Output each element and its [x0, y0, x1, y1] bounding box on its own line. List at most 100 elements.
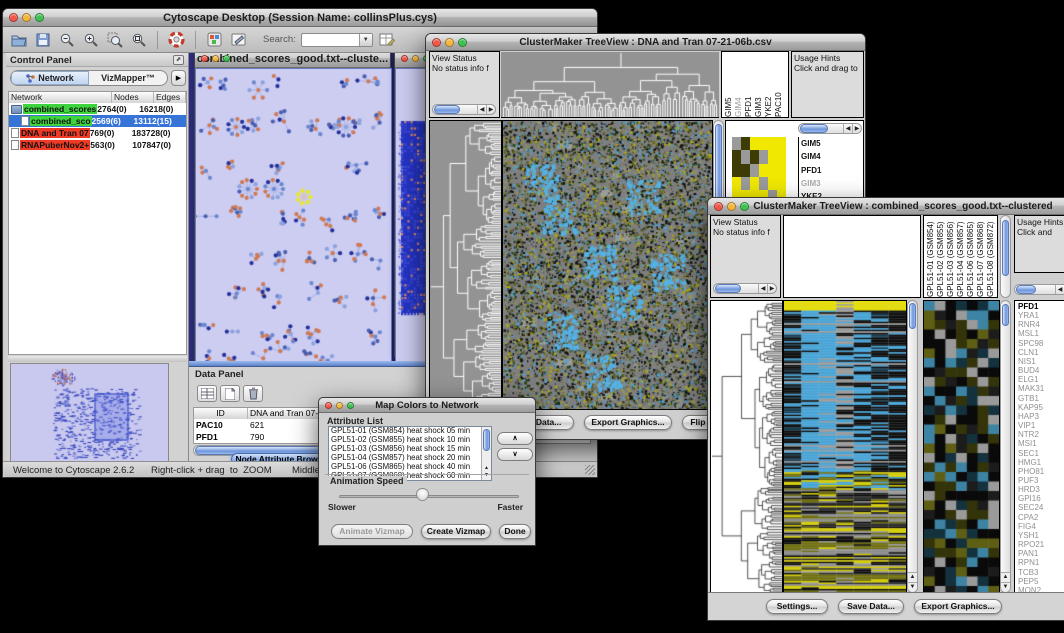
tab-network[interactable]: Network: [11, 71, 89, 85]
gene-label[interactable]: PAN1: [1018, 549, 1064, 558]
gene-label[interactable]: MAK31: [1018, 384, 1064, 393]
column-label[interactable]: GIM4: [734, 52, 743, 117]
minimize-button[interactable]: [336, 402, 343, 409]
scroll-thumb[interactable]: [1002, 220, 1009, 276]
matrix-cell[interactable]: [759, 137, 768, 150]
matrix-cell[interactable]: [768, 137, 777, 150]
matrix-cell[interactable]: [777, 164, 786, 177]
matrix-cell[interactable]: [777, 177, 786, 190]
gene-label[interactable]: RPN1: [1018, 558, 1064, 567]
column-label[interactable]: GPL51-01 (GSM854): [926, 216, 935, 297]
matrix-cell[interactable]: [732, 164, 741, 177]
scroll-up-icon[interactable]: ▲: [908, 572, 917, 582]
row-dendrogram[interactable]: [429, 120, 502, 410]
scroll-down-icon[interactable]: ▼: [1001, 582, 1010, 592]
minimize-button[interactable]: [412, 55, 419, 62]
scroll-left-icon[interactable]: ◀: [758, 284, 767, 293]
scroll-up-icon[interactable]: ▲: [482, 465, 491, 472]
gene-label[interactable]: ELG1: [1018, 375, 1064, 384]
gene-label[interactable]: FIG4: [1018, 522, 1064, 531]
settings-button[interactable]: Settings...: [766, 599, 828, 614]
column-dendrogram[interactable]: [501, 52, 719, 118]
zoom-button[interactable]: [223, 55, 230, 62]
matrix-cell[interactable]: [777, 150, 786, 163]
gene-label[interactable]: YRA1: [1018, 311, 1064, 320]
usage-hscrollbar[interactable]: ◀▶: [1014, 284, 1064, 295]
animation-speed-slider[interactable]: [339, 495, 519, 498]
float-panel-icon[interactable]: ⬈: [173, 55, 184, 65]
column-label[interactable]: GPL51-03 (GSM856): [946, 216, 955, 297]
network-graph-canvas[interactable]: [195, 68, 392, 366]
gene-label[interactable]: GIM5: [801, 137, 826, 150]
column-label[interactable]: PFD1: [744, 52, 753, 117]
gene-label[interactable]: SPC98: [1018, 339, 1064, 348]
network-table-row[interactable]: combined_sco 2569(6) 13112(15): [9, 115, 186, 127]
scroll-down-icon[interactable]: ▼: [908, 582, 917, 592]
zoom-in-icon[interactable]: [81, 30, 100, 49]
zoom-out-icon[interactable]: [57, 30, 76, 49]
search-dropdown-icon[interactable]: ▼: [359, 34, 372, 46]
gene-label[interactable]: SEC24: [1018, 503, 1064, 512]
done-button[interactable]: Done: [499, 524, 531, 539]
scroll-thumb[interactable]: [483, 429, 490, 451]
scroll-left-icon[interactable]: ◀: [477, 105, 486, 114]
create-vizmap-button[interactable]: Create Vizmap: [421, 524, 491, 539]
matrix-cell[interactable]: [732, 137, 741, 150]
network-view-titlebar[interactable]: combined_scores_good.txt--cluste...: [195, 53, 390, 68]
gene-label[interactable]: CLN1: [1018, 348, 1064, 357]
gene-label[interactable]: KAP95: [1018, 403, 1064, 412]
labels-vscrollbar[interactable]: [1000, 215, 1011, 298]
matrix-cell[interactable]: [768, 150, 777, 163]
move-up-button[interactable]: ∧: [497, 432, 533, 445]
gene-label[interactable]: PUF3: [1018, 476, 1064, 485]
gene-label[interactable]: RNR4: [1018, 320, 1064, 329]
matrix-cell[interactable]: [759, 164, 768, 177]
gene-label[interactable]: GTB1: [1018, 394, 1064, 403]
column-label[interactable]: GIM5: [724, 52, 733, 117]
close-button[interactable]: [325, 402, 332, 409]
gene-label[interactable]: HMG1: [1018, 458, 1064, 467]
save-data-button[interactable]: Save Data...: [838, 599, 904, 614]
scroll-thumb[interactable]: [1016, 285, 1036, 294]
vizmap-palette-icon[interactable]: [205, 30, 224, 49]
gene-label[interactable]: PFD1: [801, 164, 826, 177]
matrix-cell[interactable]: [759, 150, 768, 163]
minimize-button[interactable]: [445, 38, 454, 47]
column-label[interactable]: GPL51-06 (GSM865): [966, 216, 975, 297]
search-input[interactable]: ▼: [301, 33, 373, 47]
column-label[interactable]: GIM3: [754, 52, 763, 117]
network-overview-canvas[interactable]: [11, 364, 168, 461]
table-view-icon[interactable]: [197, 385, 217, 402]
zoom-button[interactable]: [740, 202, 749, 211]
column-label[interactable]: PAC10: [774, 52, 783, 117]
zoom-button[interactable]: [458, 38, 467, 47]
minimize-button[interactable]: [727, 202, 736, 211]
matrix-cell[interactable]: [732, 177, 741, 190]
treeview2-titlebar[interactable]: ClusterMaker TreeView : combined_scores_…: [708, 198, 1064, 215]
help-lifesaver-icon[interactable]: [167, 30, 186, 49]
column-label[interactable]: YKE2: [764, 52, 773, 117]
close-button[interactable]: [432, 38, 441, 47]
resize-grip[interactable]: [585, 465, 595, 475]
matrix-cell[interactable]: [750, 137, 759, 150]
gene-label[interactable]: GIM4: [801, 150, 826, 163]
gene-label[interactable]: SEC1: [1018, 449, 1064, 458]
zoom-panel-hscrollbar[interactable]: ◀▶: [798, 123, 862, 134]
view-status-hscrollbar[interactable]: ◀▶: [432, 104, 496, 115]
gene-label[interactable]: HRD3: [1018, 485, 1064, 494]
zoom-vscrollbar[interactable]: ▲ ▼: [1000, 300, 1011, 593]
export-graphics-button[interactable]: Export Graphics...: [584, 415, 672, 430]
gene-label[interactable]: NIS1: [1018, 357, 1064, 366]
slider-thumb[interactable]: [416, 488, 429, 501]
column-dendrogram-panel[interactable]: [783, 215, 921, 298]
scroll-thumb[interactable]: [800, 124, 828, 133]
col-network[interactable]: Network: [9, 92, 112, 103]
attribute-list-vscrollbar[interactable]: ▲ ▼: [481, 427, 491, 480]
main-titlebar[interactable]: Cytoscape Desktop (Session Name: collins…: [3, 9, 597, 27]
scroll-thumb[interactable]: [715, 284, 741, 293]
gene-label[interactable]: PEP5: [1018, 577, 1064, 586]
scroll-left-icon[interactable]: ◀: [843, 124, 852, 133]
gene-label[interactable]: GIM3: [801, 177, 826, 190]
row-dendrogram[interactable]: [710, 300, 783, 595]
attribute-browser-icon[interactable]: [378, 30, 397, 49]
